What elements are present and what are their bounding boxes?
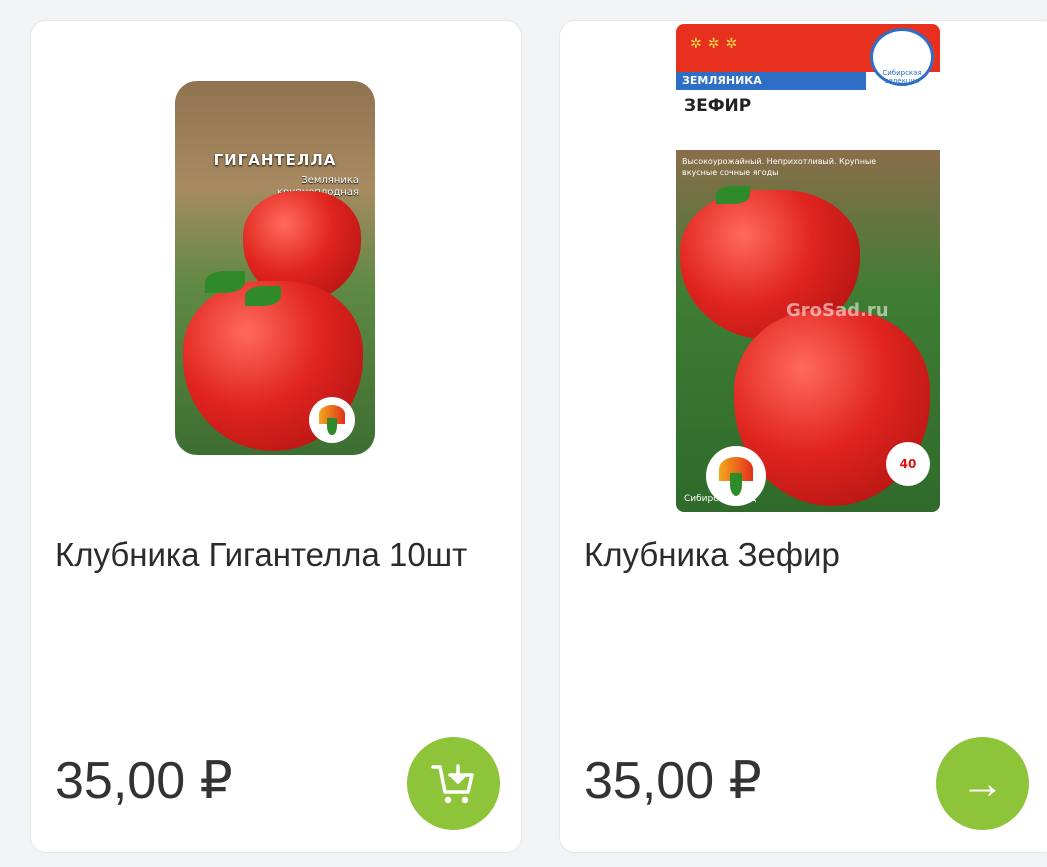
arrow-right-icon: → [960, 758, 1005, 808]
sun-icon: ✲✲✲ [690, 36, 744, 52]
emblem-icon: Сибирская селекция [870, 28, 934, 86]
leaf-graphic [716, 186, 750, 204]
pack-description: Высокоурожайный. Неприхотливый. Крупные … [682, 157, 877, 177]
product-price: 35,00 ₽ [55, 752, 233, 810]
pack-title: ГИГАНТЕЛЛА [213, 151, 337, 169]
pack-title: ЗЕФИР [684, 96, 752, 116]
product-name[interactable]: Клубника Зефир [584, 533, 1024, 577]
pack-header: ✲✲✲ Сибирская селекция [676, 24, 940, 86]
product-card[interactable]: ✲✲✲ Сибирская селекция ЗЕМЛЯНИКА ЗЕФИР В… [559, 20, 1047, 853]
product-card[interactable]: ГИГАНТЕЛЛА Земляника крупноплодная Клубн… [30, 20, 522, 853]
pack-band: ЗЕМЛЯНИКА [676, 72, 866, 90]
go-to-product-button[interactable]: → [936, 737, 1029, 830]
product-name[interactable]: Клубника Гигантелла 10шт [55, 533, 495, 577]
leaf-graphic [205, 271, 245, 293]
cart-add-icon [430, 763, 474, 803]
add-to-cart-button[interactable] [407, 737, 500, 830]
watermark: GroSad.ru [786, 300, 889, 321]
pack-photo: Высокоурожайный. Неприхотливый. Крупные … [676, 150, 940, 512]
pack-brand: Сибирский Сад [684, 494, 757, 504]
pack-badge: 40 [886, 442, 930, 486]
leaf-graphic [245, 286, 281, 306]
product-image[interactable]: ✲✲✲ Сибирская селекция ЗЕМЛЯНИКА ЗЕФИР В… [676, 24, 940, 512]
product-price: 35,00 ₽ [584, 752, 762, 810]
brand-logo-icon [309, 397, 355, 443]
product-image[interactable]: ГИГАНТЕЛЛА Земляника крупноплодная [175, 81, 375, 455]
